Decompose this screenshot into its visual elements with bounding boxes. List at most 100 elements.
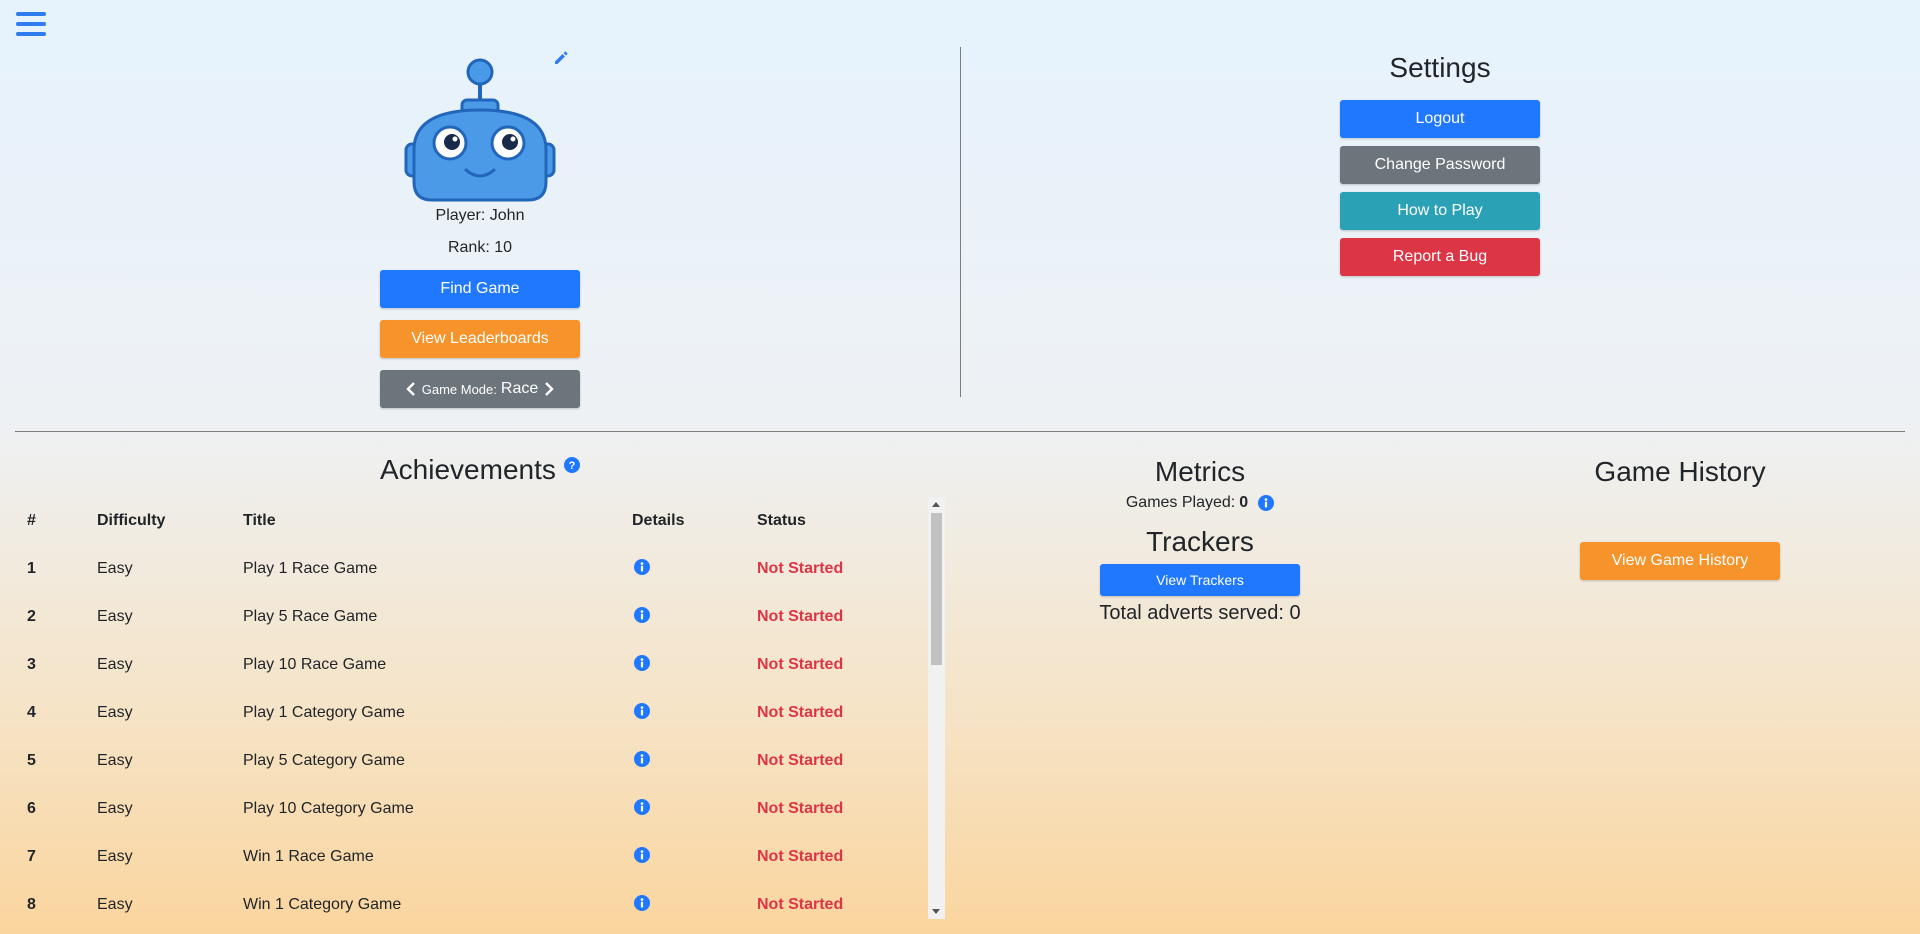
achievement-title: Play 1 Category Game [243, 704, 405, 721]
column-header-title: Title [243, 512, 276, 529]
achievement-status: Not Started [757, 752, 844, 769]
info-icon[interactable] [634, 654, 650, 671]
info-icon[interactable] [634, 750, 650, 767]
settings-title: Settings [1389, 52, 1491, 83]
game-mode-selector[interactable]: Game Mode: Race [380, 370, 580, 408]
info-icon[interactable] [634, 606, 650, 623]
game-history-title: Game History [1594, 456, 1766, 487]
column-header-number: # [27, 512, 36, 529]
view-game-history-button[interactable]: View Game History [1580, 542, 1780, 580]
info-icon[interactable] [1258, 495, 1275, 511]
info-icon[interactable] [634, 894, 650, 911]
achievement-difficulty: Easy [97, 800, 133, 817]
achievements-table-container: # Difficulty Title Details Status 1 Easy P… [15, 497, 945, 919]
achievement-number: 8 [27, 896, 36, 913]
scrollbar-thumb[interactable] [931, 513, 942, 665]
game-mode-value: Race [500, 380, 539, 397]
achievement-title: Win 1 Race Game [243, 848, 374, 865]
info-icon[interactable] [634, 798, 650, 815]
horizontal-divider [15, 431, 1905, 432]
info-icon[interactable] [634, 846, 650, 863]
trackers-title: Trackers [1146, 526, 1254, 557]
achievement-number: 4 [27, 704, 36, 721]
table-header-row: # Difficulty Title Details Status [15, 497, 928, 545]
column-header-difficulty: Difficulty [97, 512, 166, 529]
report-bug-button[interactable]: Report a Bug [1340, 238, 1540, 276]
player-name: Player: John [435, 207, 525, 224]
settings-panel: Settings Logout Change Password How to P… [1340, 50, 1540, 284]
achievement-number: 6 [27, 800, 36, 817]
achievement-difficulty: Easy [97, 704, 133, 721]
avatar-container [380, 50, 580, 202]
table-row: 2 Easy Play 5 Race Game Not Started [15, 593, 928, 641]
achievement-status: Not Started [757, 800, 844, 817]
chevron-left-icon[interactable] [406, 382, 416, 396]
achievement-details [620, 833, 745, 881]
how-to-play-button[interactable]: How to Play [1340, 192, 1540, 230]
achievement-details [620, 641, 745, 689]
achievement-difficulty: Easy [97, 608, 133, 625]
scroll-up-arrow-icon[interactable] [932, 502, 940, 507]
games-played-value: 0 [1239, 494, 1249, 511]
achievements-scrollbar[interactable] [928, 497, 945, 919]
scroll-down-arrow-icon[interactable] [932, 909, 940, 914]
achievement-difficulty: Easy [97, 560, 133, 577]
achievement-title: Play 5 Category Game [243, 752, 405, 769]
info-icon[interactable] [634, 558, 650, 575]
achievement-details [620, 593, 745, 641]
column-header-details: Details [632, 512, 685, 529]
achievement-title: Win 1 Category Game [243, 896, 402, 913]
achievement-title: Play 10 Race Game [243, 656, 387, 673]
table-row: 5 Easy Play 5 Category Game Not Started [15, 737, 928, 785]
games-played-label: Games Played: [1125, 494, 1236, 511]
achievement-details [620, 881, 745, 919]
achievement-status: Not Started [757, 896, 844, 913]
table-row: 1 Easy Play 1 Race Game Not Started [15, 545, 928, 593]
achievements-table: # Difficulty Title Details Status 1 Easy P… [15, 497, 928, 919]
hamburger-menu-icon[interactable] [16, 12, 46, 38]
achievement-details [620, 689, 745, 737]
profile-panel: Player: John Rank: 10 Find Game View Lea… [380, 50, 580, 420]
table-row: 3 Easy Play 10 Race Game Not Started [15, 641, 928, 689]
column-header-status: Status [757, 512, 806, 529]
game-mode-label: Game Mode: [421, 381, 497, 397]
player-rank: Rank: 10 [447, 239, 513, 256]
chevron-right-icon[interactable] [544, 382, 554, 396]
pencil-icon[interactable] [553, 50, 569, 66]
logout-button[interactable]: Logout [1340, 100, 1540, 138]
metrics-title: Metrics [1154, 456, 1246, 487]
achievement-number: 7 [27, 848, 36, 865]
achievement-difficulty: Easy [97, 848, 133, 865]
svg-text:?: ? [569, 460, 576, 472]
find-game-button[interactable]: Find Game [380, 270, 580, 308]
table-row: 8 Easy Win 1 Category Game Not Started [15, 881, 928, 919]
achievement-number: 1 [27, 560, 36, 577]
robot-avatar [404, 58, 556, 202]
achievement-status: Not Started [757, 560, 844, 577]
help-icon[interactable]: ? [563, 457, 580, 473]
achievement-number: 3 [27, 656, 36, 673]
achievement-details [620, 785, 745, 833]
change-password-button[interactable]: Change Password [1340, 146, 1540, 184]
achievement-difficulty: Easy [97, 896, 133, 913]
vertical-divider [960, 47, 961, 397]
achievement-details [620, 737, 745, 785]
achievement-number: 2 [27, 608, 36, 625]
info-icon[interactable] [634, 702, 650, 719]
achievements-title: Achievements [380, 454, 556, 485]
table-row: 4 Easy Play 1 Category Game Not Started [15, 689, 928, 737]
achievement-difficulty: Easy [97, 752, 133, 769]
view-leaderboards-button[interactable]: View Leaderboards [380, 320, 580, 358]
achievement-title: Play 5 Race Game [243, 608, 378, 625]
achievement-title: Play 10 Category Game [243, 800, 414, 817]
view-trackers-button[interactable]: View Trackers [1100, 564, 1300, 596]
table-row: 7 Easy Win 1 Race Game Not Started [15, 833, 928, 881]
table-row: 6 Easy Play 10 Category Game Not Started [15, 785, 928, 833]
achievements-heading: Achievements ? [380, 454, 580, 486]
games-played: Games Played: 0 [1090, 494, 1310, 512]
achievement-difficulty: Easy [97, 656, 133, 673]
achievement-status: Not Started [757, 704, 844, 721]
achievement-status: Not Started [757, 608, 844, 625]
achievement-number: 5 [27, 752, 36, 769]
achievement-status: Not Started [757, 656, 844, 673]
